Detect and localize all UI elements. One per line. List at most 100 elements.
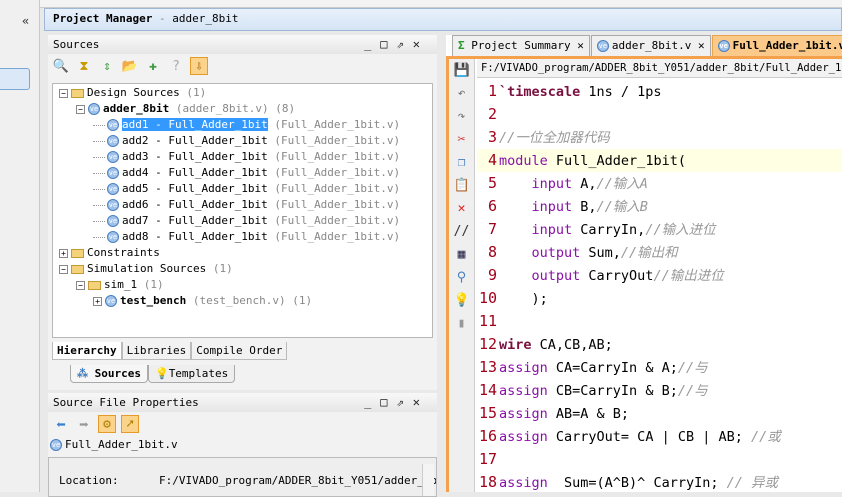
tab-sources[interactable]: ⁂ Sources <box>70 365 148 383</box>
editor-toolbar: 💾 ↶ ↷ ✂ ❐ 📋 ✕ // ▦ ⚲ 💡 ▮ <box>449 59 475 492</box>
undo-icon[interactable]: ↶ <box>454 85 470 103</box>
tree-item[interactable]: ve add1 - Full_Adder_1bit (Full_Adder_1bi… <box>93 117 400 133</box>
cut-icon[interactable]: ✂ <box>454 131 470 149</box>
pin-icon[interactable]: ▮ <box>454 315 470 333</box>
open-folder-icon[interactable]: 📂 <box>121 57 139 75</box>
tab-adder-8bit[interactable]: ve adder_8bit.v ✕ <box>590 35 711 56</box>
copy-icon[interactable]: ❐ <box>454 154 470 172</box>
properties-file: ve Full_Adder_1bit.v <box>48 436 437 454</box>
lightbulb-icon[interactable]: 💡 <box>454 292 470 310</box>
maximize-icon[interactable]: □ <box>380 395 396 409</box>
tab-libraries[interactable]: Libraries <box>121 342 192 360</box>
code-token: CarryIn, <box>572 222 646 238</box>
back-arrow-icon[interactable]: ⬅ <box>52 415 70 434</box>
tab-templates[interactable]: 💡Templates <box>147 365 236 383</box>
tree-item-label: adder_8bit <box>103 102 170 115</box>
add-sources-icon[interactable]: ✚ <box>144 57 162 75</box>
tree-item[interactable]: ve add3 - Full_Adder_1bit (Full_Adder_1bi… <box>93 149 400 165</box>
tree-item-meta: (1) <box>143 278 164 291</box>
code-token: module <box>499 153 548 169</box>
tree-item[interactable]: + ve test_bench (test_bench.v) (1) <box>93 293 312 309</box>
code-line: 5 input A,//输入A <box>477 172 842 195</box>
code-area[interactable]: 1 `timescale 1ns / 1ps 2 3//一位全加器代码 4 module … <box>477 78 842 492</box>
auto-update-icon[interactable]: ⇩ <box>190 57 208 75</box>
tree-item[interactable]: ve add2 - Full_Adder_1bit (Full_Adder_1bi… <box>93 133 400 149</box>
folder-icon <box>71 264 84 274</box>
paste-icon[interactable]: 📋 <box>454 177 470 195</box>
tree-item[interactable]: ve add5 - Full_Adder_1bit (Full_Adder_1bi… <box>93 181 400 197</box>
collapse-icon[interactable]: − <box>59 264 68 274</box>
code-token: CA,CB,AB; <box>531 337 613 353</box>
tree-item-label: test_bench <box>120 294 187 307</box>
search-icon[interactable]: 🔍 <box>52 57 70 75</box>
pointer-icon[interactable]: ➚ <box>121 415 139 433</box>
vertical-scrollbar[interactable] <box>422 464 434 496</box>
collapse-icon[interactable]: − <box>76 104 85 114</box>
hierarchy-tabs: Hierarchy Libraries Compile Order <box>52 342 288 360</box>
expand-icon[interactable]: + <box>59 248 68 258</box>
forward-arrow-icon[interactable]: ➡ <box>75 415 93 434</box>
help-icon[interactable]: ? <box>167 57 185 75</box>
collapse-icon[interactable]: − <box>59 88 68 98</box>
redo-icon[interactable]: ↷ <box>454 108 470 126</box>
comment-icon[interactable]: // <box>454 223 470 241</box>
minimize-icon[interactable]: _ <box>364 395 380 409</box>
expand-all-icon[interactable]: ⇕ <box>98 57 116 75</box>
tree-item-label: sim_1 <box>104 278 138 291</box>
tree-item[interactable]: − Design Sources (1) <box>59 85 206 101</box>
expand-icon[interactable]: + <box>93 296 102 306</box>
close-tab-icon[interactable]: ✕ <box>577 39 584 52</box>
code-token: //输入进位 <box>645 222 716 238</box>
flow-navigator: « <box>0 0 40 492</box>
code-token: Sum=(A^B)^ CarryIn; <box>547 475 727 491</box>
tree-item-meta: (Full_Adder_1bit.v) <box>274 150 401 163</box>
maximize-icon[interactable]: □ <box>380 37 396 51</box>
close-icon[interactable]: ✕ <box>413 395 429 409</box>
code-token: assign <box>499 429 548 445</box>
sources-title: Sources <box>53 38 100 51</box>
code-token: Sum, <box>580 245 621 261</box>
close-tab-icon[interactable]: ✕ <box>698 39 705 52</box>
verilog-file-icon: ve <box>105 295 117 307</box>
select-block-icon[interactable]: ▦ <box>454 246 470 264</box>
settings-icon[interactable]: ⚙ <box>98 415 116 433</box>
verilog-file-icon: ve <box>717 40 730 52</box>
minimize-icon[interactable]: _ <box>364 37 380 51</box>
tree-item[interactable]: − sim_1 (1) <box>76 277 164 293</box>
collapse-all-icon[interactable]: ⧗ <box>75 57 93 75</box>
properties-title: Source File Properties <box>53 396 199 409</box>
delete-icon[interactable]: ✕ <box>454 200 470 218</box>
project-name: adder_8bit <box>172 12 239 25</box>
code-token: output <box>499 268 581 284</box>
collapse-icon[interactable]: − <box>76 280 85 290</box>
float-icon[interactable]: ⇗ <box>397 37 413 51</box>
tree-item[interactable]: ve add7 - Full_Adder_1bit (Full_Adder_1bi… <box>93 213 400 229</box>
code-token: 1ns / 1ps <box>580 84 662 100</box>
tree-item-meta: (1) <box>186 86 207 99</box>
tab-project-summary[interactable]: Σ Project Summary ✕ <box>452 35 590 56</box>
flow-navigator-selected-item[interactable] <box>0 68 30 90</box>
properties-table: Location: F:/VIVADO_program/ADDER_8bit_Y0… <box>48 457 437 497</box>
tab-hierarchy[interactable]: Hierarchy <box>52 342 122 360</box>
editor-tabs: Σ Project Summary ✕ ve adder_8bit.v ✕ ve F… <box>452 35 842 56</box>
tree-item[interactable]: ve add8 - Full_Adder_1bit (Full_Adder_1bi… <box>93 229 400 245</box>
tab-label: Project Summary <box>471 39 571 52</box>
verilog-file-icon: ve <box>107 215 119 227</box>
file-path: F:/VIVADO_program/ADDER_8bit_Y051/adder_… <box>477 59 842 78</box>
tree-item-label: Simulation Sources <box>87 262 207 275</box>
find-icon[interactable]: ⚲ <box>454 269 470 287</box>
close-icon[interactable]: ✕ <box>413 37 429 51</box>
tree-item-label: add2 - Full_Adder_1bit <box>122 134 268 147</box>
tree-item[interactable]: ve add6 - Full_Adder_1bit (Full_Adder_1bi… <box>93 197 400 213</box>
tree-item[interactable]: ve add4 - Full_Adder_1bit (Full_Adder_1bi… <box>93 165 400 181</box>
code-token: input <box>499 222 573 238</box>
collapse-icon[interactable]: « <box>22 14 29 28</box>
line-number: 6 <box>487 197 497 215</box>
tree-item[interactable]: + Constraints <box>59 245 160 261</box>
tab-full-adder-1bit[interactable]: ve Full_Adder_1bit.v <box>711 35 842 56</box>
tree-item[interactable]: − Simulation Sources (1) <box>59 261 233 277</box>
save-icon[interactable]: 💾 <box>454 62 470 80</box>
float-icon[interactable]: ⇗ <box>397 395 413 409</box>
tab-compile-order[interactable]: Compile Order <box>191 342 288 360</box>
tree-item[interactable]: − ve adder_8bit (adder_8bit.v) (8) <box>76 101 295 117</box>
